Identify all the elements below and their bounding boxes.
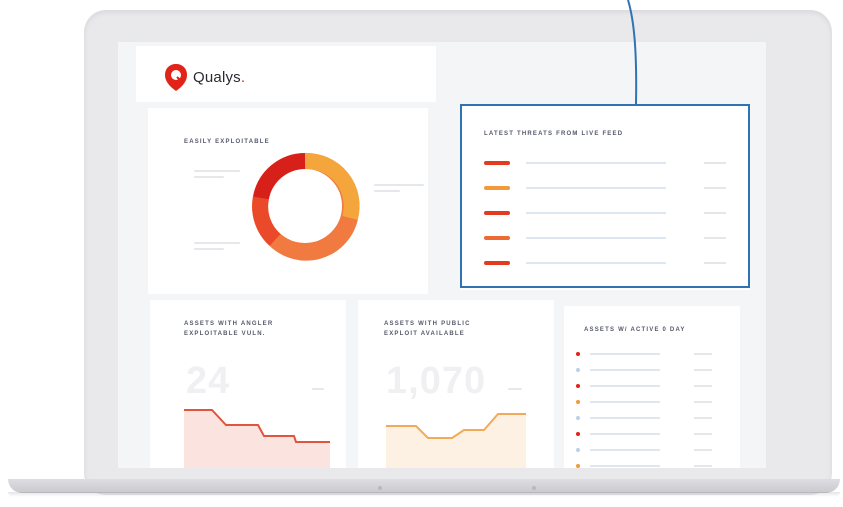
public-exploit-sparkline [386, 413, 526, 468]
latest-threats-highlight [460, 104, 750, 288]
brand-suffix: . [240, 69, 246, 86]
angler-sparkline [184, 409, 330, 468]
brand-name: Qualys [193, 69, 241, 86]
exploitable-donut-chart [252, 152, 360, 261]
donut-slice-4 [253, 153, 306, 200]
pointer-callout-line [627, 0, 638, 105]
qualys-logo-icon[interactable] [165, 64, 187, 91]
donut-slice-3 [252, 196, 281, 246]
qualys-wordmark: Qualys. [193, 69, 245, 86]
